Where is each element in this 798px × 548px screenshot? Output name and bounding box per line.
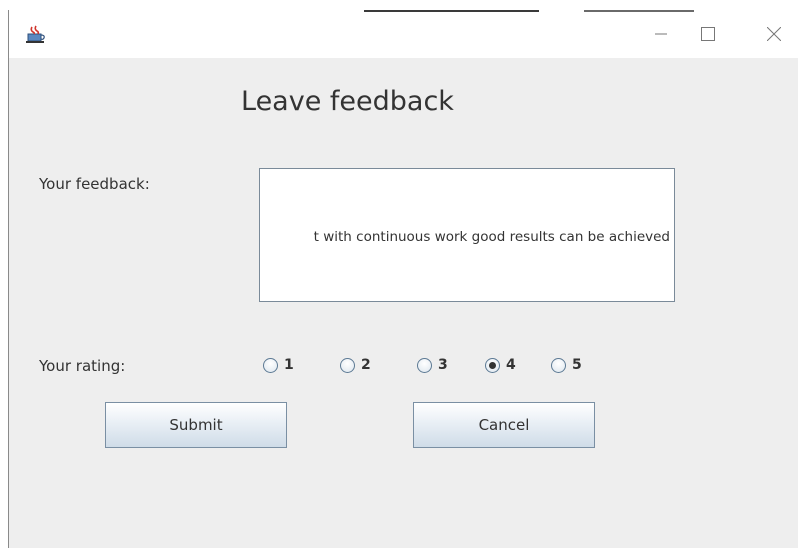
radio-button[interactable] [263, 357, 278, 373]
feedback-label: Your feedback: [39, 175, 150, 193]
title-bar-accent [364, 10, 539, 12]
maximize-icon[interactable] [685, 10, 731, 58]
title-bar[interactable] [9, 10, 798, 58]
rating-option-1[interactable]: 1 [263, 357, 294, 373]
feedback-window: Leave feedback Your feedback: t with con… [8, 10, 798, 548]
minimize-icon[interactable] [638, 10, 684, 58]
close-icon[interactable] [751, 10, 797, 58]
feedback-text: t with continuous work good results can … [313, 229, 670, 245]
radio-label: 4 [506, 357, 516, 373]
radio-label: 1 [284, 357, 294, 373]
page-title: Leave feedback [241, 86, 454, 117]
submit-button[interactable]: Submit [105, 402, 287, 448]
cancel-button[interactable]: Cancel [413, 402, 595, 448]
java-cup-icon[interactable] [26, 25, 46, 43]
radio-button-selected[interactable] [485, 357, 500, 373]
rating-option-3[interactable]: 3 [417, 357, 448, 373]
radio-label: 5 [572, 357, 582, 373]
rating-option-2[interactable]: 2 [340, 357, 371, 373]
rating-option-5[interactable]: 5 [551, 357, 582, 373]
radio-button[interactable] [551, 357, 566, 373]
radio-label: 3 [438, 357, 448, 373]
feedback-textarea[interactable]: t with continuous work good results can … [259, 168, 675, 302]
radio-button[interactable] [340, 357, 355, 373]
radio-label: 2 [361, 357, 371, 373]
rating-label: Your rating: [39, 357, 126, 375]
rating-option-4[interactable]: 4 [485, 357, 516, 373]
radio-button[interactable] [417, 357, 432, 373]
